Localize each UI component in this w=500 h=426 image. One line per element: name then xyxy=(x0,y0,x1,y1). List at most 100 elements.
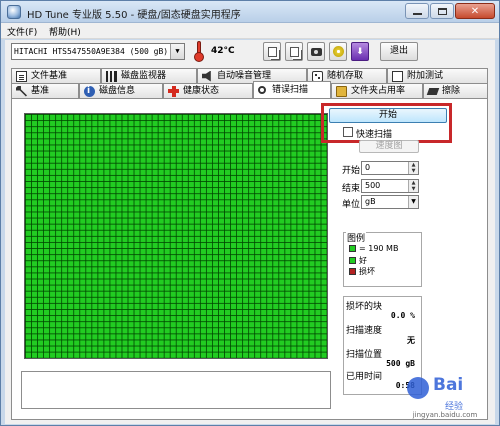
start-button[interactable]: 开始 xyxy=(329,108,447,123)
legend-title: 图例 xyxy=(346,231,367,244)
exit-button[interactable]: 退出 xyxy=(380,42,418,61)
spinner-arrows[interactable]: ▲ ▼ xyxy=(408,180,418,192)
legend-good-text: 好 xyxy=(359,256,367,265)
page-icon xyxy=(392,70,403,82)
close-icon: ✕ xyxy=(470,5,480,17)
tab-disk-info[interactable]: 磁盘信息 xyxy=(79,83,163,98)
good-swatch-icon xyxy=(349,257,356,264)
maximize-button[interactable] xyxy=(430,3,454,19)
quick-scan-checkbox[interactable] xyxy=(343,127,353,137)
scan-speed-label: 扫描速度 xyxy=(346,326,383,336)
main-client-area: HITACHI HTS547550A9E384 (500 gB) ▼ 42°C … xyxy=(5,40,495,424)
tab-label: 错误扫描 xyxy=(272,84,309,95)
legend-good: 好 xyxy=(349,255,367,266)
close-button[interactable]: ✕ xyxy=(455,3,495,19)
scan-block-grid xyxy=(25,114,327,358)
copy-text-button[interactable] xyxy=(263,42,281,61)
start-field-label: 开始 xyxy=(342,166,361,176)
tab-row-1: 文件基准 磁盘监视器 自动噪音管理 随机存取 附加测试 xyxy=(11,68,488,83)
magnifier-icon xyxy=(258,86,266,94)
tab-row-2: 基准 磁盘信息 健康状态 错误扫描 文件夹占用率 擦除 xyxy=(11,81,488,98)
unit-field-label: 单位 xyxy=(342,200,361,210)
copy-screen-icon xyxy=(289,46,299,57)
end-field-label: 结束 xyxy=(342,184,361,194)
quick-scan-label: 快速扫描 xyxy=(356,130,393,140)
info-icon xyxy=(84,85,95,98)
damaged-blocks-value: 0.0 % xyxy=(390,311,415,320)
tab-label: 随机存取 xyxy=(327,70,364,81)
tab-label: 磁盘信息 xyxy=(99,85,136,96)
window-title: HD Tune 专业版 5.50 - 硬盘/固态硬盘实用程序 xyxy=(27,10,241,21)
end-spinbox[interactable]: 500 ▲ ▼ xyxy=(361,179,419,193)
download-icon: ⬇ xyxy=(356,46,364,57)
elapsed-time-label: 已用时间 xyxy=(346,372,383,382)
drive-select[interactable]: HITACHI HTS547550A9E384 (500 gB) ▼ xyxy=(11,43,185,60)
copy-text-icon xyxy=(267,46,277,57)
minimize-icon xyxy=(412,13,422,15)
legend-bad: 损坏 xyxy=(349,266,375,277)
unit-select-value: gB xyxy=(365,197,376,206)
folder-icon xyxy=(336,85,347,97)
tab-label: 文件基准 xyxy=(31,70,68,81)
bad-swatch-icon xyxy=(349,268,356,275)
tab-label: 健康状态 xyxy=(183,85,220,96)
title-bar[interactable]: HD Tune 专业版 5.50 - 硬盘/固态硬盘实用程序 ✕ xyxy=(1,1,499,23)
start-spinbox-value: 0 xyxy=(365,163,371,172)
disc-icon xyxy=(332,46,344,57)
speed-map-button[interactable]: 速度图 xyxy=(359,140,419,153)
copy-screen-button[interactable] xyxy=(285,42,303,61)
monitor-icon xyxy=(106,70,117,82)
scan-log-box[interactable] xyxy=(21,371,331,409)
unit-select[interactable]: gB ▼ xyxy=(361,195,419,209)
drive-select-value: HITACHI HTS547550A9E384 (500 gB) xyxy=(14,47,169,56)
scan-speed-value: 无 xyxy=(407,336,415,345)
wrench-icon xyxy=(16,85,27,97)
minimize-button[interactable] xyxy=(405,3,429,19)
disc-button[interactable] xyxy=(329,42,347,61)
block-swatch-icon xyxy=(349,245,356,252)
tab-label: 附加测试 xyxy=(407,70,444,81)
menu-bar: 文件(F) 帮助(H) xyxy=(1,23,499,39)
menu-help[interactable]: 帮助(H) xyxy=(49,25,81,38)
chevron-down-icon: ▼ xyxy=(170,44,184,59)
dice-icon xyxy=(312,70,323,82)
app-icon xyxy=(7,5,21,19)
tab-extra-tests[interactable]: 附加测试 xyxy=(387,68,488,83)
tab-file-benchmark[interactable]: 文件基准 xyxy=(11,68,101,83)
thermometer-icon xyxy=(193,41,205,62)
damaged-blocks-label: 损坏的块 xyxy=(346,302,383,312)
tab-error-scan[interactable]: 错误扫描 xyxy=(253,81,331,98)
document-icon xyxy=(16,70,27,82)
start-spinbox[interactable]: 0 ▲ ▼ xyxy=(361,161,419,175)
speaker-icon xyxy=(202,70,211,82)
tab-erase[interactable]: 擦除 xyxy=(423,83,488,98)
baidu-paw-icon xyxy=(407,377,429,399)
scan-position-label: 扫描位置 xyxy=(346,350,383,360)
tab-label: 磁盘监视器 xyxy=(121,70,167,81)
temperature-readout: 42°C xyxy=(211,46,235,56)
watermark-url: jingyan.baidu.com xyxy=(412,411,478,419)
screenshot-icon xyxy=(310,47,322,56)
tab-folder-usage[interactable]: 文件夹占用率 xyxy=(331,83,423,98)
maximize-icon xyxy=(437,7,447,15)
tab-label: 文件夹占用率 xyxy=(351,85,406,96)
legend-bad-text: 损坏 xyxy=(359,267,375,276)
legend-block-size-text: = 190 MB xyxy=(359,244,399,253)
scan-position-value: 500 gB xyxy=(386,359,415,368)
screenshot-button[interactable] xyxy=(307,42,325,61)
tab-label: 擦除 xyxy=(442,85,461,96)
watermark-brand: Bai xyxy=(433,375,464,395)
eraser-icon xyxy=(426,87,440,95)
end-spinbox-value: 500 xyxy=(365,181,381,190)
app-window: HD Tune 专业版 5.50 - 硬盘/固态硬盘实用程序 ✕ 文件(F) 帮… xyxy=(0,0,500,426)
tab-disk-monitor[interactable]: 磁盘监视器 xyxy=(101,68,197,83)
spinner-arrows[interactable]: ▲ ▼ xyxy=(408,162,418,174)
window-controls: ✕ xyxy=(404,3,495,19)
scan-block-map xyxy=(24,113,328,359)
legend-block-size: = 190 MB xyxy=(349,244,398,253)
tab-health[interactable]: 健康状态 xyxy=(163,83,253,98)
tab-benchmark[interactable]: 基准 xyxy=(11,83,79,98)
download-button[interactable]: ⬇ xyxy=(351,42,369,61)
baidu-jingyan-watermark: Bai 经验 jingyan.baidu.com xyxy=(393,371,497,421)
menu-file[interactable]: 文件(F) xyxy=(7,25,37,38)
